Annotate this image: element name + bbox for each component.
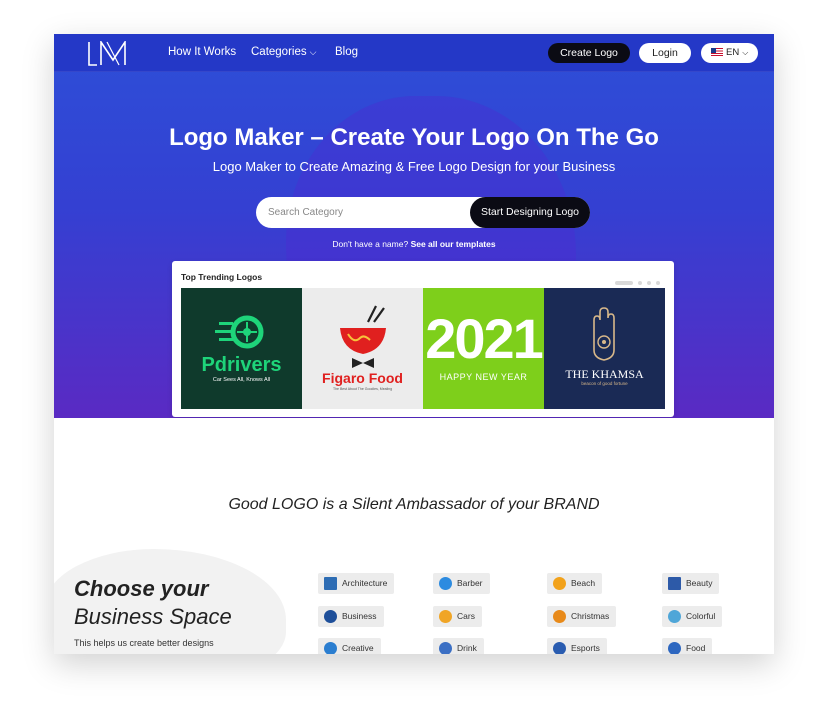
nav-how-it-works[interactable]: How It Works xyxy=(168,46,236,58)
carousel-dot[interactable] xyxy=(638,280,642,285)
hamsa-hand-icon xyxy=(544,288,665,409)
category-beach[interactable]: Beach xyxy=(547,573,603,594)
category-label: Beauty xyxy=(686,578,713,588)
category-label: Creative xyxy=(342,643,374,653)
tire-icon xyxy=(181,288,302,409)
sun-icon xyxy=(553,577,566,590)
choose-heading-line2: Business Space xyxy=(74,604,232,629)
car-icon xyxy=(439,610,452,623)
category-christmas[interactable]: Christmas xyxy=(547,606,617,627)
year-numerals: 2021 xyxy=(425,307,544,370)
category-creative[interactable]: Creative xyxy=(318,638,381,654)
bowl-icon xyxy=(668,642,681,654)
pie-icon xyxy=(324,610,337,623)
figaro-tagline: The Best About The Goodies, Mealing xyxy=(332,387,393,391)
category-label: Food xyxy=(686,643,706,653)
templates-prompt: Don't have a name? See all our templates xyxy=(54,239,774,249)
nav-categories[interactable]: Categories ⌵ xyxy=(251,46,316,58)
chevron-down-icon: ⌵ xyxy=(742,48,749,57)
brand-logo[interactable] xyxy=(87,41,131,66)
language-label: EN xyxy=(726,47,740,58)
category-label: Colorful xyxy=(686,611,716,621)
category-label: Esports xyxy=(571,643,600,653)
category-colorful[interactable]: Colorful xyxy=(662,606,723,627)
us-flag-icon xyxy=(711,48,723,56)
new-year-tagline: HAPPY NEW YEAR xyxy=(439,372,528,382)
category-business[interactable]: Business xyxy=(318,606,384,627)
logo-tile-figaro-food[interactable]: Figaro Food The Best About The Goodies, … xyxy=(302,288,423,409)
carousel-dot[interactable] xyxy=(656,280,660,285)
hero-title: Logo Maker – Create Your Logo On The Go xyxy=(169,124,659,151)
palette-icon xyxy=(668,610,681,623)
hero-subtitle: Logo Maker to Create Amazing & Free Logo… xyxy=(212,159,616,174)
category-food[interactable]: Food xyxy=(662,638,713,654)
choose-description: This helps us create better designs xyxy=(74,638,214,648)
carousel-pagination xyxy=(610,274,660,285)
category-label: Business xyxy=(342,611,377,621)
trending-title: Top Trending Logos xyxy=(181,272,263,282)
create-logo-button[interactable]: Create Logo xyxy=(548,43,630,63)
start-designing-button[interactable]: Start Designing Logo xyxy=(470,197,590,228)
trending-logos-card: Top Trending Logos Pdrivers Car Sees All… xyxy=(172,261,674,417)
bottles-icon xyxy=(668,577,681,590)
category-esports[interactable]: Esports xyxy=(547,638,607,654)
nav-blog[interactable]: Blog xyxy=(335,46,358,58)
pdrivers-tagline: Car Sees All, Knows All xyxy=(212,377,271,383)
choose-heading-line1: Choose your xyxy=(74,576,209,601)
category-label: Drink xyxy=(457,643,477,653)
language-selector[interactable]: EN ⌵ xyxy=(701,43,758,63)
category-architecture[interactable]: Architecture xyxy=(318,573,395,594)
category-drink[interactable]: Drink xyxy=(433,638,484,654)
chevron-down-icon: ⌵ xyxy=(309,47,317,57)
scissors-icon xyxy=(439,577,452,590)
carousel-dot-active[interactable] xyxy=(615,280,633,285)
search-category-input[interactable] xyxy=(268,197,458,228)
category-beauty[interactable]: Beauty xyxy=(662,573,720,594)
gamepad-icon xyxy=(553,642,566,654)
pdrivers-wordmark: Pdrivers xyxy=(201,354,282,376)
browser-page: How It Works Categories ⌵ Blog Create Log… xyxy=(54,34,774,654)
nav-categories-label: Categories xyxy=(251,46,307,58)
tree-icon xyxy=(553,610,566,623)
category-label: Beach xyxy=(571,578,596,588)
logo-tile-2021[interactable]: 2021 HAPPY NEW YEAR xyxy=(423,288,544,409)
carousel-dot[interactable] xyxy=(647,280,651,285)
top-navbar: How It Works Categories ⌵ Blog Create Log… xyxy=(54,34,774,72)
khamsa-wordmark: THE KHAMSA xyxy=(565,367,644,381)
hero-section: How It Works Categories ⌵ Blog Create Log… xyxy=(54,34,774,418)
see-all-templates-link[interactable]: See all our templates xyxy=(411,239,496,249)
building-icon xyxy=(324,577,337,590)
category-label: Cars xyxy=(457,611,475,621)
login-button[interactable]: Login xyxy=(639,43,691,63)
category-label: Barber xyxy=(457,578,483,588)
logo-tile-the-khamsa[interactable]: THE KHAMSA beacon of good fortune xyxy=(544,288,665,409)
templates-prefix: Don't have a name? xyxy=(332,239,409,249)
category-label: Architecture xyxy=(342,578,388,588)
cup-icon xyxy=(439,642,452,654)
brand-ambassador-headline: Good LOGO is a Silent Ambassador of your… xyxy=(228,496,600,513)
bulb-icon xyxy=(324,642,337,654)
logo-tile-pdrivers[interactable]: Pdrivers Car Sees All, Knows All xyxy=(181,288,302,409)
khamsa-tagline: beacon of good fortune xyxy=(581,381,628,386)
category-label: Christmas xyxy=(571,611,610,621)
figaro-wordmark: Figaro Food xyxy=(322,370,403,386)
category-cars[interactable]: Cars xyxy=(433,606,482,627)
category-search-bar: Start Designing Logo xyxy=(256,197,590,228)
category-barber[interactable]: Barber xyxy=(433,573,490,594)
